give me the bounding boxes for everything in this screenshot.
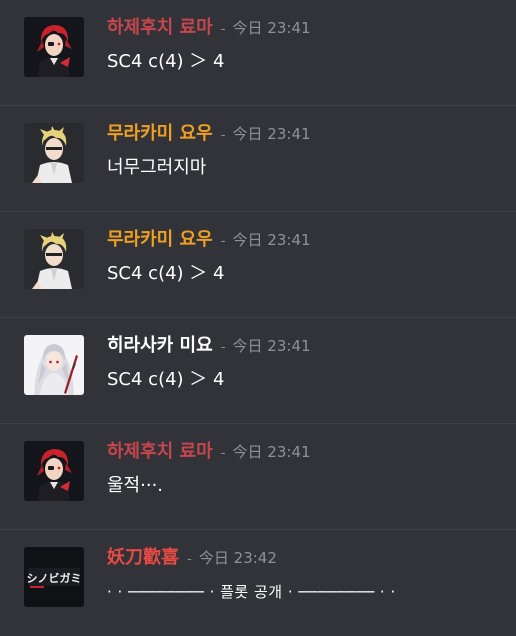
- chat-message: シノビガミ 妖刀歡喜 - 今日 23:42 · · ──────── · 플롯 …: [0, 530, 516, 636]
- shinobigami-logo-avatar-icon[interactable]: シノビガミ: [24, 547, 84, 607]
- message-text: 너무그러지마: [107, 157, 207, 178]
- username[interactable]: 妖刀歡喜: [107, 547, 179, 568]
- message-header: 히라사카 미요 - 今日 23:41: [107, 333, 311, 361]
- header-separator: -: [220, 340, 226, 355]
- username[interactable]: 무라카미 요우: [107, 123, 213, 144]
- chat-message: 히라사카 미요 - 今日 23:41 SC4 c(4) ＞ 4: [0, 318, 516, 424]
- message-header: 무라카미 요우 - 今日 23:41: [107, 227, 311, 255]
- username[interactable]: 히라사카 미요: [107, 335, 213, 356]
- chat-message: 하제후치 료마 - 今日 23:41 SC4 c(4) ＞ 4: [0, 0, 516, 106]
- timestamp: 今日 23:41: [232, 443, 311, 461]
- message-header: 하제후치 료마 - 今日 23:41: [107, 15, 311, 43]
- header-separator: -: [220, 22, 226, 37]
- chat-message: 무라카미 요우 - 今日 23:41 너무그러지마: [0, 106, 516, 212]
- chat-log: 하제후치 료마 - 今日 23:41 SC4 c(4) ＞ 4 무라카미 요우 …: [0, 0, 516, 636]
- svg-text:シノビガミ: シノビガミ: [27, 571, 82, 585]
- chat-message: 무라카미 요우 - 今日 23:41 SC4 c(4) ＞ 4: [0, 212, 516, 318]
- white-haired-character-avatar-icon[interactable]: [24, 335, 84, 395]
- header-separator: -: [220, 446, 226, 461]
- timestamp: 今日 23:42: [198, 549, 277, 567]
- message-text: SC4 c(4) ＞ 4: [107, 369, 225, 390]
- timestamp: 今日 23:41: [232, 125, 311, 143]
- header-separator: -: [187, 552, 192, 567]
- message-text: 울적···.: [107, 475, 164, 496]
- message-header: 무라카미 요우 - 今日 23:41: [107, 121, 311, 149]
- header-separator: -: [220, 234, 226, 249]
- username[interactable]: 하제후치 료마: [107, 441, 213, 462]
- message-text: SC4 c(4) ＞ 4: [107, 51, 225, 72]
- username[interactable]: 하제후치 료마: [107, 17, 213, 38]
- blonde-character-avatar-icon[interactable]: [24, 123, 84, 183]
- blonde-character-avatar-icon[interactable]: [24, 229, 84, 289]
- red-haired-character-avatar-icon[interactable]: [24, 17, 84, 77]
- timestamp: 今日 23:41: [232, 19, 311, 37]
- message-header: 하제후치 료마 - 今日 23:41: [107, 439, 311, 467]
- message-header: 妖刀歡喜 - 今日 23:42: [107, 545, 277, 573]
- message-text: SC4 c(4) ＞ 4: [107, 263, 225, 284]
- timestamp: 今日 23:41: [232, 337, 311, 355]
- chat-message: 하제후치 료마 - 今日 23:41 울적···.: [0, 424, 516, 530]
- username[interactable]: 무라카미 요우: [107, 229, 213, 250]
- header-separator: -: [220, 128, 226, 143]
- timestamp: 今日 23:41: [232, 231, 311, 249]
- red-haired-character-avatar-icon[interactable]: [24, 441, 84, 501]
- message-text: · · ──────── · 플롯 공개 · ──────── · ·: [107, 583, 396, 601]
